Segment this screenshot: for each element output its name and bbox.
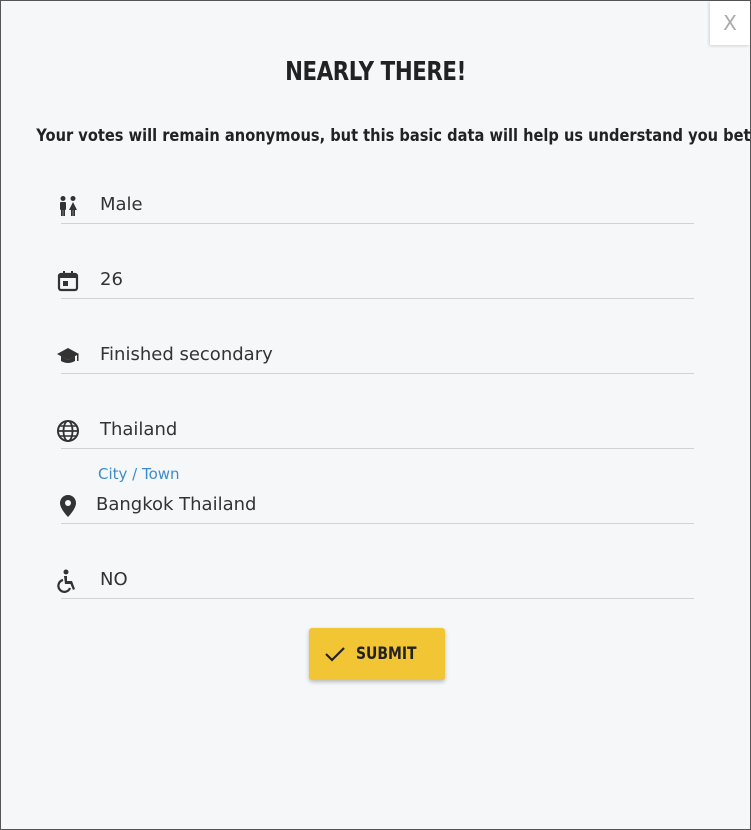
country-value: Thailand <box>100 419 178 440</box>
close-button[interactable]: X <box>710 1 750 45</box>
education-value: Finished secondary <box>100 344 273 365</box>
check-icon <box>324 645 346 663</box>
submit-button[interactable]: SUBMIT <box>309 628 445 680</box>
city-field[interactable]: Bangkok Thailand <box>60 483 694 524</box>
globe-icon <box>55 418 81 444</box>
profile-dialog: X NEARLY THERE! Your votes will remain a… <box>0 0 751 830</box>
city-field-label: City / Town <box>98 465 180 483</box>
calendar-icon <box>55 268 81 294</box>
graduation-cap-icon <box>55 343 81 369</box>
gender-icon <box>55 193 81 219</box>
submit-button-label: SUBMIT <box>356 644 417 664</box>
close-button-label: X <box>723 11 737 35</box>
disability-value: NO <box>100 569 128 590</box>
dialog-title: NEARLY THERE! <box>285 57 466 87</box>
gender-value: Male <box>100 194 143 215</box>
disability-field[interactable]: NO <box>57 558 694 599</box>
education-field[interactable]: Finished secondary <box>57 333 694 374</box>
age-field[interactable]: 26 <box>57 258 694 299</box>
dialog-subtitle: Your votes will remain anonymous, but th… <box>36 126 751 146</box>
age-value: 26 <box>100 269 123 290</box>
gender-field[interactable]: Male <box>60 183 694 224</box>
location-pin-icon <box>55 493 81 519</box>
city-value: Bangkok Thailand <box>96 494 257 515</box>
accessibility-icon <box>55 568 81 594</box>
country-field[interactable]: Thailand <box>57 408 694 449</box>
